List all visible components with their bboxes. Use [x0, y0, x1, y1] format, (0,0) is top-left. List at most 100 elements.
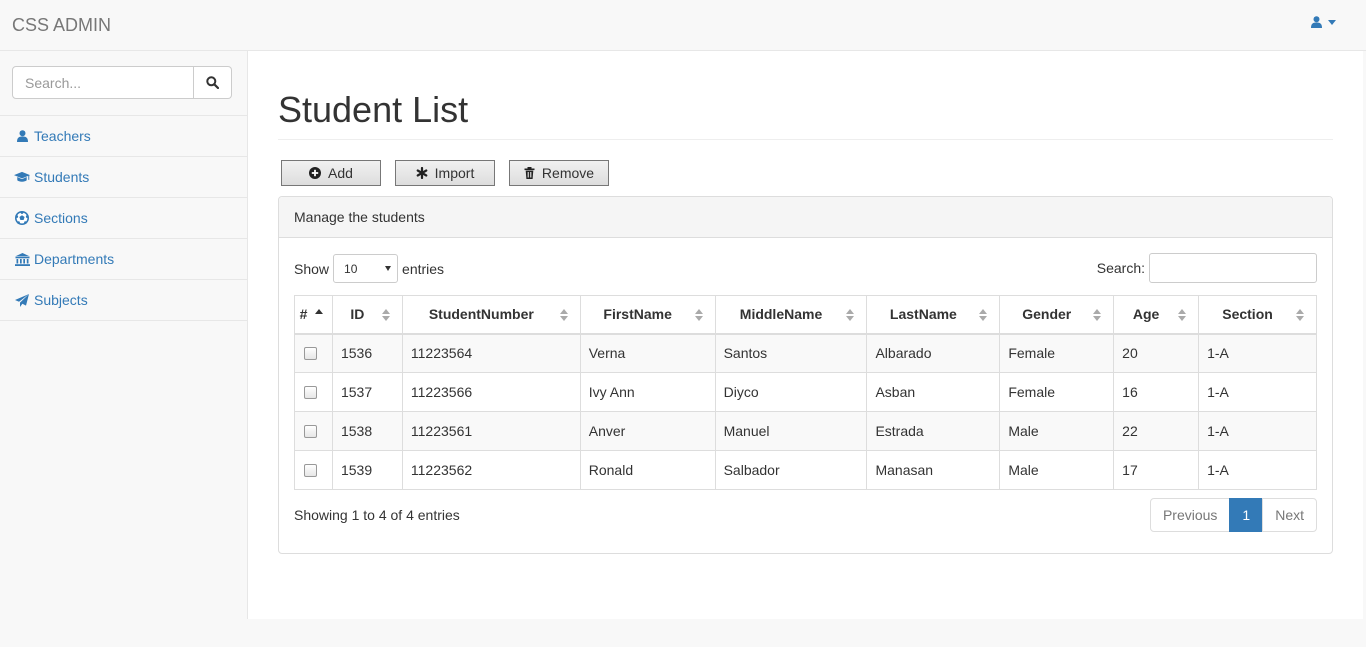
cell-age: 16	[1113, 372, 1200, 412]
paper-plane-icon	[14, 292, 30, 308]
page-1-button[interactable]: 1	[1229, 498, 1264, 532]
table-row[interactable]: 1539 11223562 Ronald Salbador Manasan Ma…	[294, 450, 1317, 490]
row-select-cell	[294, 450, 333, 490]
cell-student-number: 11223561	[401, 411, 581, 451]
cell-middle-name: Santos	[714, 333, 868, 373]
table-row[interactable]: 1538 11223561 Anver Manuel Estrada Male …	[294, 411, 1317, 451]
table-row[interactable]: 1536 11223564 Verna Santos Albarado Fema…	[294, 333, 1317, 373]
students-table: # ID StudentNumber FirstName MiddleName …	[294, 295, 1317, 490]
col-header-label: Gender	[1022, 306, 1072, 323]
col-header-label: Age	[1132, 306, 1160, 323]
sidebar-item-subjects[interactable]: Subjects	[0, 280, 247, 321]
add-button[interactable]: Add	[281, 160, 381, 186]
sidebar-item-label: Subjects	[34, 292, 88, 308]
cell-middle-name: Diyco	[714, 372, 868, 412]
sort-icon	[846, 309, 855, 321]
user-menu-toggle[interactable]	[1311, 16, 1336, 28]
cell-last-name: Estrada	[866, 411, 1001, 451]
col-header-label: Section	[1222, 306, 1273, 323]
remove-button-label: Remove	[541, 165, 595, 181]
col-header-first-name[interactable]: FirstName	[579, 295, 716, 335]
row-checkbox[interactable]	[304, 424, 317, 438]
row-checkbox[interactable]	[304, 346, 317, 360]
cell-section: 1-A	[1198, 333, 1317, 373]
sidebar-item-students[interactable]: Students	[0, 157, 247, 198]
cell-gender: Female	[999, 372, 1115, 412]
sidebar-item-teachers[interactable]: Teachers	[0, 116, 247, 157]
cell-student-number: 11223562	[401, 450, 581, 490]
title-divider	[278, 139, 1333, 140]
cell-age: 20	[1113, 333, 1200, 373]
col-header-label: FirstName	[603, 306, 672, 323]
sidebar: Teachers Students Sections Departments S…	[0, 51, 248, 619]
import-button-label: Import	[434, 165, 475, 181]
table-search: Search:	[1097, 253, 1317, 283]
sidebar-item-label: Departments	[34, 251, 115, 267]
col-header-select[interactable]: #	[294, 295, 333, 335]
page-length-select[interactable]: 10	[333, 254, 399, 283]
asterisk-icon	[416, 167, 428, 179]
cell-middle-name: Manuel	[714, 411, 868, 451]
row-select-cell	[294, 333, 333, 373]
main-content: Student List Add Import Remove Manage th…	[248, 51, 1363, 619]
entries-label: entries	[402, 260, 445, 277]
cell-id: 1538	[331, 411, 403, 451]
table-search-input[interactable]	[1149, 253, 1317, 283]
col-header-student-number[interactable]: StudentNumber	[401, 295, 581, 335]
row-checkbox[interactable]	[304, 463, 317, 477]
sidebar-item-sections[interactable]: Sections	[0, 198, 247, 239]
cell-age: 22	[1113, 411, 1200, 451]
col-header-label: MiddleName	[739, 306, 823, 323]
col-header-gender[interactable]: Gender	[999, 295, 1115, 335]
next-page-button[interactable]: Next	[1262, 498, 1317, 532]
sidebar-search-button[interactable]	[194, 66, 232, 99]
sidebar-search-input[interactable]	[12, 66, 194, 99]
cell-section: 1-A	[1198, 450, 1317, 490]
sort-icon	[694, 309, 704, 321]
sidebar-item-label: Teachers	[34, 128, 91, 144]
top-navbar: CSS ADMIN	[0, 0, 1366, 51]
sort-icon	[1178, 309, 1187, 321]
table-search-label: Search:	[1096, 260, 1145, 276]
col-header-id[interactable]: ID	[331, 295, 403, 335]
cell-id: 1537	[331, 372, 403, 412]
sort-icon	[559, 309, 569, 321]
table-header-row: # ID StudentNumber FirstName MiddleName …	[294, 295, 1317, 335]
col-header-last-name[interactable]: LastName	[866, 295, 1001, 335]
search-icon	[206, 76, 219, 89]
cell-last-name: Asban	[866, 372, 1001, 412]
institution-icon	[14, 251, 30, 267]
user-icon	[14, 128, 30, 144]
sidebar-item-label: Sections	[34, 210, 88, 226]
cell-student-number: 11223564	[401, 333, 581, 373]
sort-icon	[1093, 309, 1102, 321]
sort-asc-icon	[314, 309, 324, 321]
previous-page-button[interactable]: Previous	[1149, 498, 1231, 532]
cell-section: 1-A	[1198, 372, 1317, 412]
cell-first-name: Anver	[579, 411, 716, 451]
col-header-section[interactable]: Section	[1198, 295, 1317, 335]
col-header-middle-name[interactable]: MiddleName	[714, 295, 868, 335]
students-panel: Manage the students Show 10 entries Sear…	[278, 196, 1333, 554]
col-header-label: #	[299, 306, 308, 323]
brand-title[interactable]: CSS ADMIN	[12, 15, 111, 36]
chevron-down-icon	[385, 266, 392, 271]
action-toolbar: Add Import Remove	[281, 160, 609, 186]
graduation-cap-icon	[14, 169, 30, 185]
import-button[interactable]: Import	[395, 160, 495, 186]
cell-gender: Male	[999, 450, 1115, 490]
sidebar-item-label: Students	[34, 169, 90, 185]
table-row[interactable]: 1537 11223566 Ivy Ann Diyco Asban Female…	[294, 372, 1317, 412]
add-button-label: Add	[328, 165, 353, 181]
cell-gender: Female	[999, 333, 1115, 373]
caret-down-icon	[1328, 19, 1336, 25]
row-checkbox[interactable]	[304, 385, 317, 399]
show-label: Show	[294, 260, 330, 277]
sort-icon	[1296, 309, 1305, 321]
col-header-age[interactable]: Age	[1113, 295, 1200, 335]
trash-icon	[524, 167, 535, 179]
sidebar-item-departments[interactable]: Departments	[0, 239, 247, 280]
table-info: Showing 1 to 4 of 4 entries	[294, 507, 460, 523]
soccer-ball-icon	[14, 210, 30, 226]
remove-button[interactable]: Remove	[509, 160, 609, 186]
